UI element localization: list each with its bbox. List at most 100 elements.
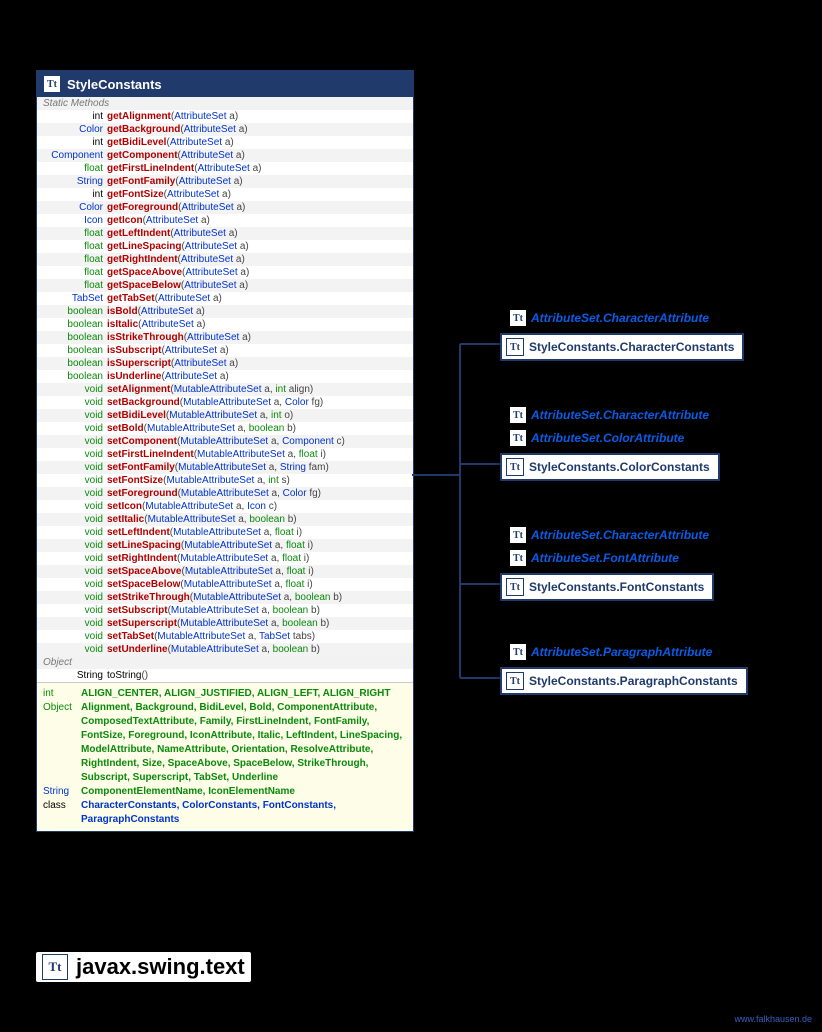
params: (MutableAttributeSet a, float i) bbox=[177, 552, 309, 565]
object-section-label: Object bbox=[37, 656, 413, 669]
method-name[interactable]: setComponent bbox=[107, 435, 177, 448]
subclass-box[interactable]: TtStyleConstants.FontConstants bbox=[500, 573, 714, 601]
return-type: void bbox=[41, 565, 107, 578]
method-row: voidsetLeftIndent (MutableAttributeSet a… bbox=[37, 526, 413, 539]
method-name[interactable]: getIcon bbox=[107, 214, 143, 227]
method-row: intgetBidiLevel (AttributeSet a) bbox=[37, 136, 413, 149]
method-row: floatgetSpaceBelow (AttributeSet a) bbox=[37, 279, 413, 292]
params: (MutableAttributeSet a, Color fg) bbox=[180, 396, 323, 409]
params: (MutableAttributeSet a, boolean b) bbox=[168, 604, 320, 617]
return-type: void bbox=[41, 643, 107, 656]
params: (MutableAttributeSet a, int o) bbox=[166, 409, 293, 422]
field-line: classCharacterConstants, ColorConstants,… bbox=[43, 799, 407, 827]
interface-icon: Tt bbox=[510, 550, 526, 566]
method-name[interactable]: setSuperscript bbox=[107, 617, 177, 630]
method-name[interactable]: setSpaceBelow bbox=[107, 578, 180, 591]
method-name[interactable]: setTabSet bbox=[107, 630, 154, 643]
method-name[interactable]: setSpaceAbove bbox=[107, 565, 181, 578]
subclass-box[interactable]: TtStyleConstants.CharacterConstants bbox=[500, 333, 744, 361]
method-row: voidsetStrikeThrough (MutableAttributeSe… bbox=[37, 591, 413, 604]
class-header: Tt StyleConstants bbox=[37, 71, 413, 97]
method-row: voidsetSubscript (MutableAttributeSet a,… bbox=[37, 604, 413, 617]
subclass-box[interactable]: TtStyleConstants.ColorConstants bbox=[500, 453, 720, 481]
method-name[interactable]: setUnderline bbox=[107, 643, 168, 656]
return-type: float bbox=[41, 279, 107, 292]
method-name[interactable]: setItalic bbox=[107, 513, 144, 526]
method-name[interactable]: setFirstLineIndent bbox=[107, 448, 194, 461]
method-row: intgetFontSize (AttributeSet a) bbox=[37, 188, 413, 201]
subclass-box[interactable]: TtStyleConstants.ParagraphConstants bbox=[500, 667, 748, 695]
return-type: Icon bbox=[41, 214, 107, 227]
method-name[interactable]: setLineSpacing bbox=[107, 539, 181, 552]
interface-label[interactable]: TtAttributeSet.ColorAttribute bbox=[510, 430, 684, 446]
method-name[interactable]: getBackground bbox=[107, 123, 180, 136]
return-type: void bbox=[41, 617, 107, 630]
method-row: TabSetgetTabSet (AttributeSet a) bbox=[37, 292, 413, 305]
method-name[interactable]: getAlignment bbox=[107, 110, 171, 123]
method-name[interactable]: setLeftIndent bbox=[107, 526, 170, 539]
interface-label[interactable]: TtAttributeSet.ParagraphAttribute bbox=[510, 644, 712, 660]
return-type: Color bbox=[41, 123, 107, 136]
method-name[interactable]: isSuperscript bbox=[107, 357, 171, 370]
return-type: void bbox=[41, 422, 107, 435]
method-row: booleanisItalic (AttributeSet a) bbox=[37, 318, 413, 331]
method-name[interactable]: isBold bbox=[107, 305, 138, 318]
return-type: void bbox=[41, 396, 107, 409]
params: (AttributeSet a) bbox=[171, 110, 238, 123]
params: (MutableAttributeSet a, TabSet tabs) bbox=[154, 630, 315, 643]
interface-label[interactable]: TtAttributeSet.CharacterAttribute bbox=[510, 527, 709, 543]
method-name[interactable]: setBold bbox=[107, 422, 144, 435]
params: (AttributeSet a) bbox=[182, 266, 249, 279]
method-name[interactable]: setSubscript bbox=[107, 604, 168, 617]
fields-section: intALIGN_CENTER, ALIGN_JUSTIFIED, ALIGN_… bbox=[37, 682, 413, 831]
method-name[interactable]: setForeground bbox=[107, 487, 178, 500]
method-name[interactable]: getBidiLevel bbox=[107, 136, 166, 149]
method-name[interactable]: setAlignment bbox=[107, 383, 170, 396]
method-name[interactable]: setStrikeThrough bbox=[107, 591, 190, 604]
method-row: voidsetLineSpacing (MutableAttributeSet … bbox=[37, 539, 413, 552]
interface-name: AttributeSet.CharacterAttribute bbox=[531, 311, 709, 325]
return-type: void bbox=[41, 539, 107, 552]
method-name[interactable]: setFontFamily bbox=[107, 461, 175, 474]
method-name[interactable]: getFontSize bbox=[107, 188, 164, 201]
params: (AttributeSet a) bbox=[171, 357, 238, 370]
method-name[interactable]: getLineSpacing bbox=[107, 240, 181, 253]
return-type: boolean bbox=[41, 331, 107, 344]
return-type: String bbox=[41, 175, 107, 188]
method-name[interactable]: setIcon bbox=[107, 500, 142, 513]
method-name[interactable]: isUnderline bbox=[107, 370, 161, 383]
subclass-name: StyleConstants.ParagraphConstants bbox=[529, 674, 738, 688]
method-name[interactable]: getFirstLineIndent bbox=[107, 162, 194, 175]
method-name[interactable]: setFontSize bbox=[107, 474, 163, 487]
class-icon: Tt bbox=[43, 75, 61, 93]
method-name[interactable]: toString bbox=[107, 669, 141, 682]
method-name[interactable]: getSpaceBelow bbox=[107, 279, 181, 292]
field-values: Alignment, Background, BidiLevel, Bold, … bbox=[81, 701, 407, 785]
method-row: voidsetBackground (MutableAttributeSet a… bbox=[37, 396, 413, 409]
method-name[interactable]: setRightIndent bbox=[107, 552, 177, 565]
return-type: float bbox=[41, 266, 107, 279]
method-name[interactable]: isStrikeThrough bbox=[107, 331, 184, 344]
interface-label[interactable]: TtAttributeSet.FontAttribute bbox=[510, 550, 679, 566]
method-name[interactable]: getTabSet bbox=[107, 292, 155, 305]
object-methods-list: StringtoString () bbox=[37, 669, 413, 682]
method-name[interactable]: getLeftIndent bbox=[107, 227, 170, 240]
package-name: javax.swing.text bbox=[76, 954, 245, 980]
method-name[interactable]: isItalic bbox=[107, 318, 138, 331]
class-icon: Tt bbox=[506, 458, 524, 476]
return-type: void bbox=[41, 409, 107, 422]
field-line: StringComponentElementName, IconElementN… bbox=[43, 785, 407, 799]
interface-label[interactable]: TtAttributeSet.CharacterAttribute bbox=[510, 407, 709, 423]
method-name[interactable]: getRightIndent bbox=[107, 253, 178, 266]
method-name[interactable]: getFontFamily bbox=[107, 175, 175, 188]
method-row: voidsetBold (MutableAttributeSet a, bool… bbox=[37, 422, 413, 435]
interface-label[interactable]: TtAttributeSet.CharacterAttribute bbox=[510, 310, 709, 326]
method-name[interactable]: isSubscript bbox=[107, 344, 161, 357]
method-row: floatgetLineSpacing (AttributeSet a) bbox=[37, 240, 413, 253]
footer-link[interactable]: www.falkhausen.de bbox=[734, 1014, 812, 1024]
method-name[interactable]: getSpaceAbove bbox=[107, 266, 182, 279]
method-name[interactable]: getForeground bbox=[107, 201, 178, 214]
method-name[interactable]: setBidiLevel bbox=[107, 409, 166, 422]
method-name[interactable]: setBackground bbox=[107, 396, 180, 409]
method-name[interactable]: getComponent bbox=[107, 149, 178, 162]
